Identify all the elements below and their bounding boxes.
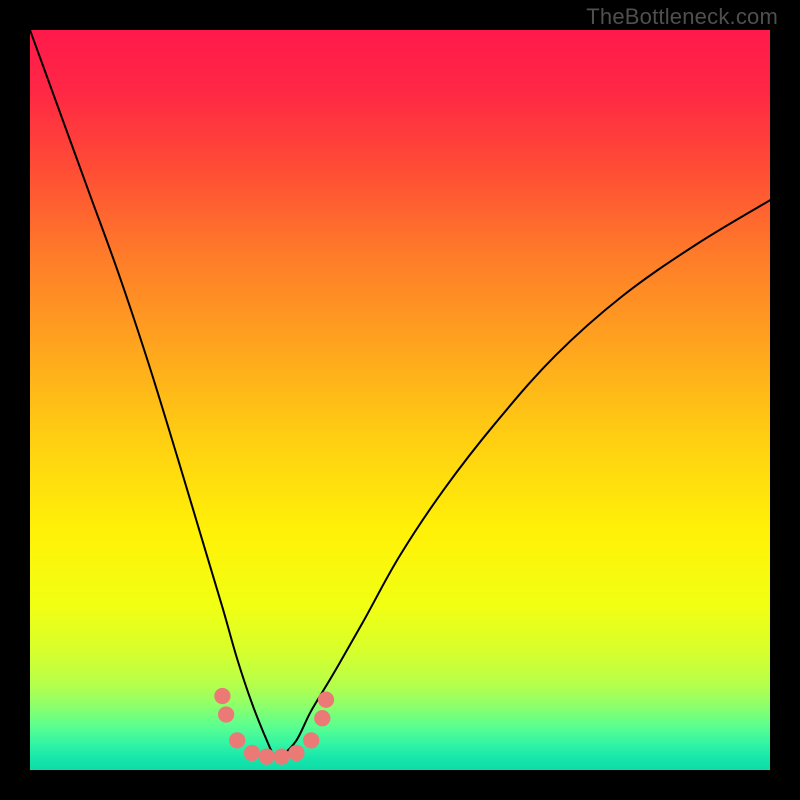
plot-area bbox=[30, 30, 770, 770]
chart-frame: TheBottleneck.com bbox=[0, 0, 800, 800]
watermark-text: TheBottleneck.com bbox=[586, 4, 778, 30]
sample-dots bbox=[30, 30, 770, 770]
